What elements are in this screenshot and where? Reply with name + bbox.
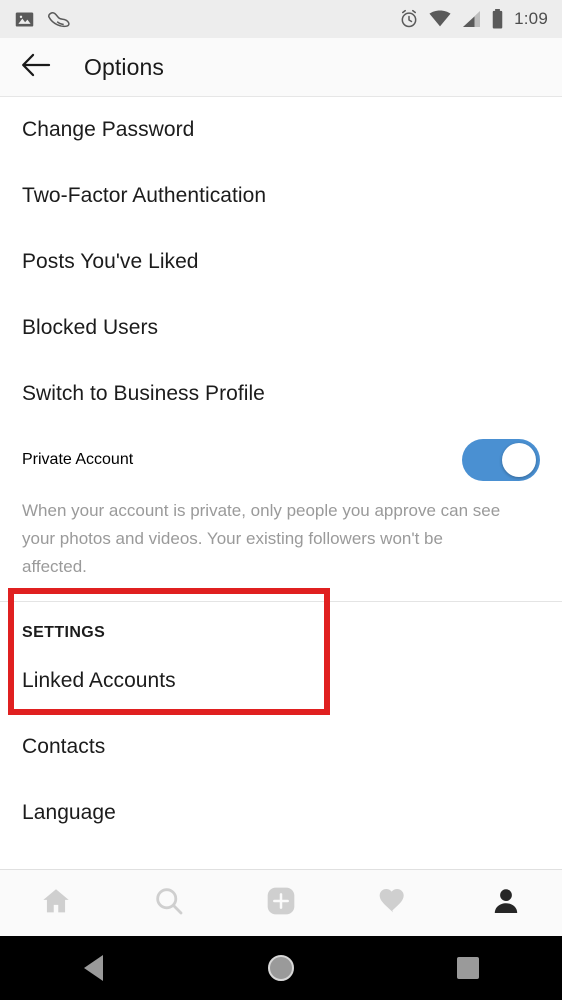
phone-screen: 1:09 Options Change Password Two-Factor … [0, 0, 562, 1000]
android-home-button[interactable] [187, 936, 374, 1000]
android-recents-icon [457, 957, 480, 979]
search-icon [153, 885, 185, 922]
list-item-label: Blocked Users [22, 316, 159, 339]
list-item-contacts[interactable]: Contacts [0, 714, 562, 780]
android-home-icon [267, 955, 294, 981]
image-icon [14, 9, 35, 30]
status-bar-left-icons [14, 9, 70, 30]
list-item-switch-to-business-profile[interactable]: Switch to Business Profile [0, 361, 562, 427]
wifi-icon [429, 10, 451, 28]
list-item-push-notifications[interactable]: Push Notifications [0, 846, 562, 869]
app-bar: Options [0, 38, 562, 97]
tab-home[interactable] [0, 870, 112, 937]
status-bar-right-icons: 1:09 [399, 9, 548, 29]
tab-profile[interactable] [450, 870, 562, 937]
page-title: Options [84, 53, 164, 80]
android-recents-button[interactable] [375, 936, 562, 1000]
alarm-clock-icon [399, 9, 419, 29]
options-scroll-content[interactable]: Change Password Two-Factor Authenticatio… [0, 97, 562, 869]
list-item-label: Two-Factor Authentication [22, 184, 267, 207]
android-system-nav-bar [0, 936, 562, 1000]
cellular-signal-icon [461, 10, 481, 28]
heart-icon [377, 885, 409, 922]
toggle-knob [502, 443, 536, 477]
arrow-left-icon [21, 52, 51, 83]
list-item-change-password[interactable]: Change Password [0, 97, 562, 163]
settings-section-header: SETTINGS [22, 624, 106, 641]
android-back-button[interactable] [0, 936, 187, 1000]
home-icon [40, 885, 72, 922]
list-item-linked-accounts[interactable]: Linked Accounts [0, 648, 562, 714]
add-post-icon [265, 885, 297, 922]
list-item-language[interactable]: Language [0, 780, 562, 846]
list-item-label: Switch to Business Profile [22, 382, 265, 405]
status-bar: 1:09 [0, 0, 562, 38]
private-account-label: Private Account [22, 451, 134, 468]
private-account-toggle[interactable] [462, 439, 540, 481]
list-item-label: Language [22, 801, 116, 824]
list-item-label: Change Password [22, 118, 195, 141]
private-account-help-text: When your account is private, only peopl… [22, 501, 501, 576]
battery-icon [491, 9, 504, 29]
list-item-label: Posts You've Liked [22, 250, 199, 273]
list-item-posts-youve-liked[interactable]: Posts You've Liked [0, 229, 562, 295]
tab-add-post[interactable] [225, 870, 337, 937]
list-item-label: Contacts [22, 735, 106, 758]
profile-icon [490, 885, 522, 922]
status-bar-clock: 1:09 [514, 9, 548, 28]
list-item-label: Linked Accounts [22, 669, 176, 692]
tab-search[interactable] [112, 870, 224, 937]
back-button[interactable] [8, 39, 64, 95]
list-item-private-account[interactable]: Private Account [0, 427, 562, 493]
shoe-icon [47, 9, 70, 30]
tab-activity[interactable] [337, 870, 449, 937]
list-item-blocked-users[interactable]: Blocked Users [0, 295, 562, 361]
bottom-tab-bar [0, 869, 562, 936]
list-item-two-factor-authentication[interactable]: Two-Factor Authentication [0, 163, 562, 229]
android-back-icon [84, 955, 104, 981]
